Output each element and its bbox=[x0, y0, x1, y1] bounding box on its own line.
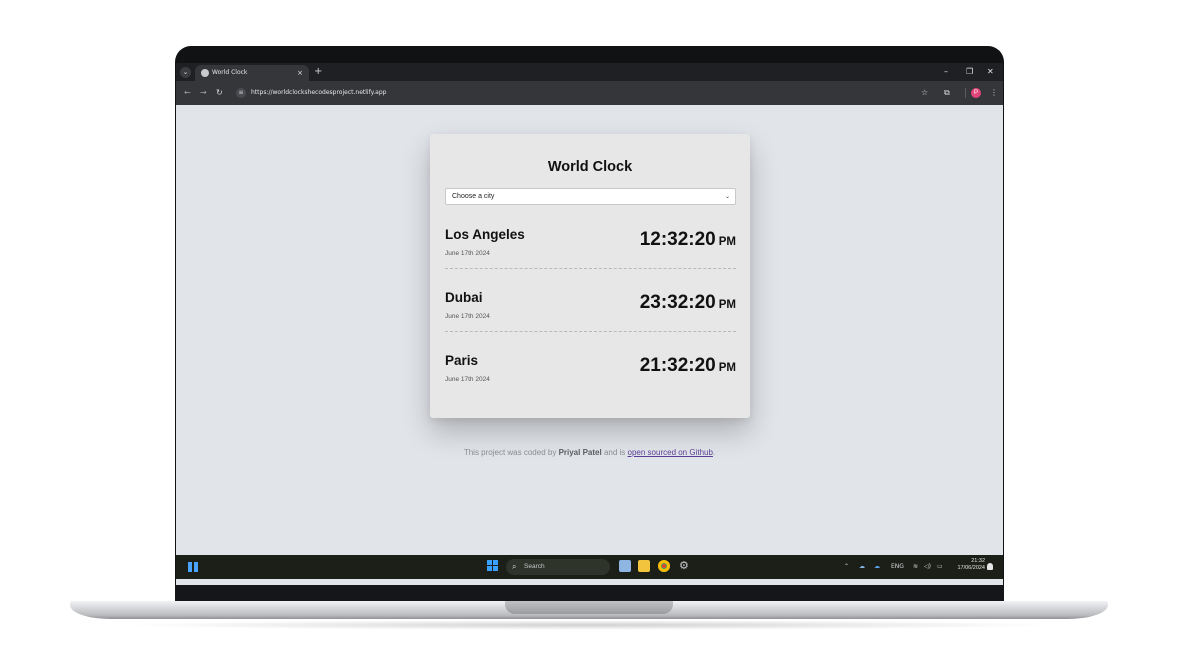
settings-gear-icon[interactable]: ⚙ bbox=[679, 560, 691, 572]
task-view-icon[interactable] bbox=[619, 560, 631, 572]
search-icon: ⌕ bbox=[512, 562, 517, 571]
extensions-icon[interactable]: ⧉ bbox=[944, 87, 950, 99]
laptop-hinge bbox=[175, 585, 1004, 602]
city-name: Dubai bbox=[445, 290, 483, 305]
city-time: 12:32:20 PM bbox=[640, 229, 736, 251]
address-bar[interactable]: ≡ https://worldclockshecodesproject.netl… bbox=[230, 86, 910, 100]
weather-icon[interactable]: ☁ bbox=[859, 562, 865, 572]
volume-icon[interactable]: ◁) bbox=[924, 562, 931, 572]
laptop-screen: ⌄ World Clock × + – ❐ ✕ ← → ↻ ≡ https://… bbox=[176, 63, 1003, 585]
laptop-thumb-notch bbox=[505, 601, 673, 614]
web-page: World Clock Choose a city ⌄ Los Angeles … bbox=[176, 105, 1003, 555]
file-explorer-icon[interactable] bbox=[638, 560, 650, 572]
city-date: June 17th 2024 bbox=[445, 250, 490, 257]
profile-avatar[interactable]: P bbox=[971, 88, 981, 98]
page-title: World Clock bbox=[547, 159, 633, 175]
footer-suffix: . bbox=[712, 448, 716, 457]
back-arrow-icon[interactable]: ← bbox=[184, 87, 191, 99]
clock-date: 17/06/2024 bbox=[957, 565, 985, 571]
city-time-value: 12:32:20 bbox=[639, 229, 716, 250]
close-window-button[interactable]: ✕ bbox=[987, 66, 994, 78]
reload-icon[interactable]: ↻ bbox=[216, 87, 223, 99]
laptop-shadow bbox=[120, 620, 1060, 630]
github-link[interactable]: open sourced on Github bbox=[628, 448, 713, 457]
chrome-icon[interactable] bbox=[658, 560, 670, 572]
bookmark-star-icon[interactable]: ☆ bbox=[921, 87, 928, 99]
city-time: 21:32:20 PM bbox=[640, 355, 736, 377]
toolbar-divider bbox=[965, 88, 966, 98]
city-time-ampm: PM bbox=[718, 362, 736, 374]
footer-author: Priyal Patel bbox=[558, 448, 602, 457]
city-name: Los Angeles bbox=[445, 227, 525, 242]
taskbar-search[interactable]: ⌕ Search bbox=[506, 559, 610, 575]
city-name: Paris bbox=[445, 353, 479, 368]
footer-prefix: This project was coded by bbox=[463, 448, 557, 457]
browser-tab-bar: ⌄ World Clock × + – ❐ ✕ bbox=[176, 63, 1003, 81]
footer-middle: and is bbox=[603, 448, 626, 457]
widgets-icon[interactable] bbox=[188, 562, 198, 572]
city-divider bbox=[445, 331, 736, 332]
windows-taskbar: ⌕ Search ⚙ ⌃ ☁ ☁ ENG ≋ ◁) ▭ 21:32 17/06/… bbox=[176, 555, 1003, 579]
wifi-icon[interactable]: ≋ bbox=[913, 562, 918, 572]
taskbar-search-placeholder: Search bbox=[524, 563, 545, 570]
tab-close-button[interactable]: × bbox=[297, 68, 303, 78]
new-tab-button[interactable]: + bbox=[314, 66, 322, 78]
city-time-value: 21:32:20 bbox=[639, 355, 716, 376]
chevron-down-icon: ⌄ bbox=[724, 193, 730, 200]
city-time-ampm: PM bbox=[718, 236, 736, 248]
minimize-button[interactable]: – bbox=[944, 66, 948, 78]
site-info-icon[interactable]: ≡ bbox=[236, 88, 246, 98]
globe-icon bbox=[201, 69, 209, 77]
tab-world-clock[interactable]: World Clock × bbox=[195, 65, 309, 81]
system-clock[interactable]: 21:32 17/06/2024 bbox=[951, 558, 985, 572]
city-time-ampm: PM bbox=[718, 299, 736, 311]
city-date: June 17th 2024 bbox=[445, 376, 490, 383]
browser-toolbar: ← → ↻ ≡ https://worldclockshecodesprojec… bbox=[176, 81, 1003, 105]
city-row-dubai: Dubai June 17th 2024 23:32:20 PM bbox=[445, 290, 736, 335]
tray-chevron-icon[interactable]: ⌃ bbox=[844, 562, 849, 572]
tab-title: World Clock bbox=[212, 69, 248, 76]
world-clock-card: World Clock Choose a city ⌄ Los Angeles … bbox=[430, 134, 750, 418]
page-footer: This project was coded by Priyal Patel a… bbox=[176, 448, 1003, 457]
city-select-value: Choose a city bbox=[452, 193, 495, 200]
laptop-mockup: ⌄ World Clock × + – ❐ ✕ ← → ↻ ≡ https://… bbox=[0, 0, 1179, 663]
restore-button[interactable]: ❐ bbox=[966, 66, 973, 78]
city-divider bbox=[445, 268, 736, 269]
clock-time: 21:32 bbox=[971, 558, 985, 564]
city-row-paris: Paris June 17th 2024 21:32:20 PM bbox=[445, 353, 736, 398]
tab-search-button[interactable]: ⌄ bbox=[180, 67, 191, 78]
city-time-value: 23:32:20 bbox=[639, 292, 716, 313]
city-time: 23:32:20 PM bbox=[640, 292, 736, 314]
url-text[interactable]: https://worldclockshecodesproject.netlif… bbox=[251, 87, 386, 99]
city-date: June 17th 2024 bbox=[445, 313, 490, 320]
city-row-los-angeles: Los Angeles June 17th 2024 12:32:20 PM bbox=[445, 227, 736, 272]
forward-arrow-icon[interactable]: → bbox=[200, 87, 207, 99]
language-indicator[interactable]: ENG bbox=[891, 562, 904, 572]
city-select[interactable]: Choose a city ⌄ bbox=[445, 188, 736, 205]
notification-bell-icon[interactable] bbox=[987, 563, 993, 570]
onedrive-icon[interactable]: ☁ bbox=[874, 562, 880, 572]
battery-icon[interactable]: ▭ bbox=[937, 562, 943, 572]
windows-start-icon[interactable] bbox=[487, 560, 499, 572]
more-menu-icon[interactable]: ⋮ bbox=[990, 87, 998, 99]
